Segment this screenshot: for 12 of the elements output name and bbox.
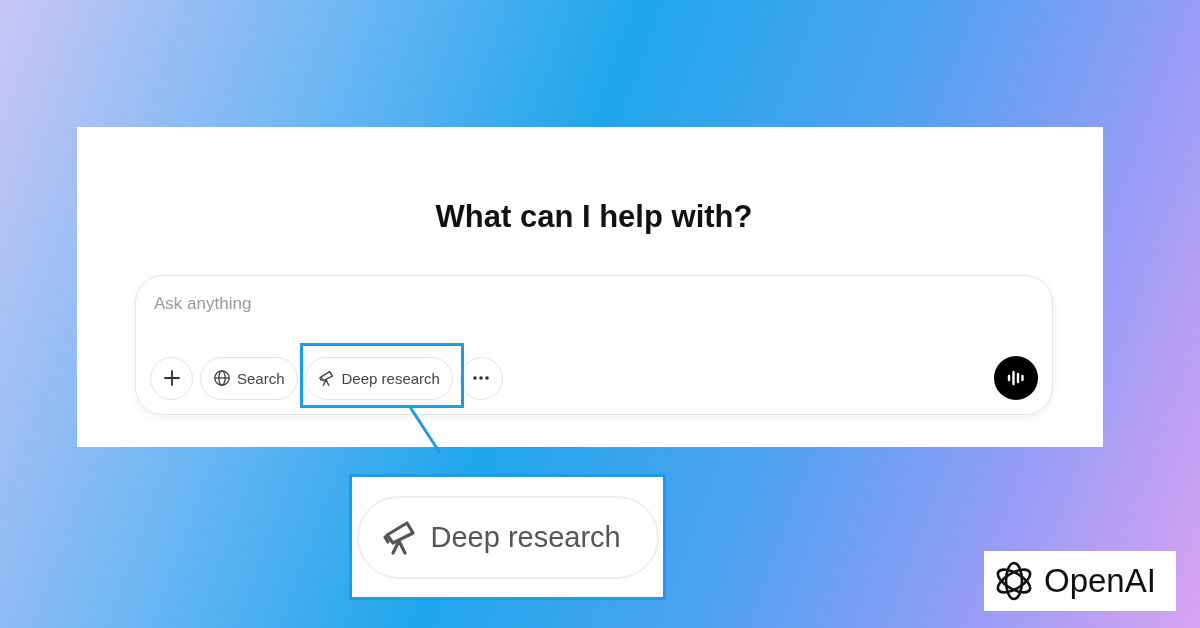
plus-icon bbox=[162, 369, 181, 387]
button-label: Deep research bbox=[430, 520, 621, 554]
add-button[interactable] bbox=[150, 356, 193, 400]
voice-button[interactable] bbox=[994, 356, 1038, 400]
telescope-icon bbox=[317, 369, 336, 387]
more-icon bbox=[472, 375, 491, 381]
search-button[interactable]: Search bbox=[200, 356, 298, 400]
globe-icon bbox=[213, 369, 231, 387]
heading: What can I help with? bbox=[434, 199, 754, 235]
deep-research-button[interactable]: Deep research bbox=[304, 356, 453, 400]
logo-text: OpenAI bbox=[1044, 562, 1156, 600]
voice-icon bbox=[1006, 369, 1026, 387]
